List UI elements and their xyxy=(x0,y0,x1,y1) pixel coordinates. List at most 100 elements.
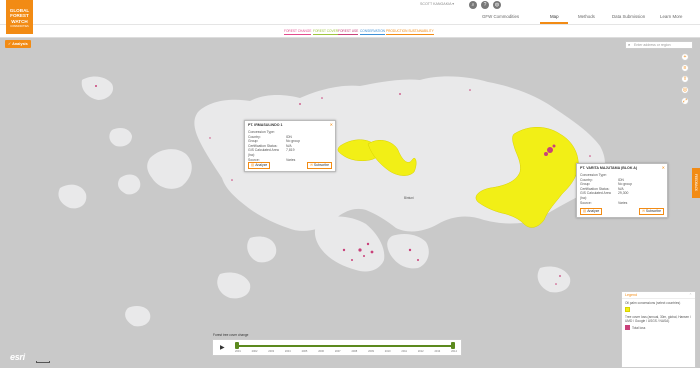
analyze-button[interactable]: ▥Analyze xyxy=(580,208,603,215)
subscribe-label: Subscribe xyxy=(645,209,661,213)
fullscreen-icon[interactable]: ⤢ xyxy=(681,97,689,105)
popup-title: PT. VARITA MAJUTAMA (BLOK A) xyxy=(580,166,638,170)
timeline-control: ▶ 2001 2002 2003 2004 2005 2006 2007 200… xyxy=(212,339,462,356)
nav-learn-more[interactable]: Learn More xyxy=(660,14,682,19)
popup-value: 29,300 xyxy=(618,191,629,196)
subscribe-button[interactable]: ✉Subscribe xyxy=(307,162,332,169)
tab-forest-change[interactable]: FOREST CHANGE xyxy=(284,29,312,35)
nav-active-indicator xyxy=(540,22,568,24)
year-tick[interactable]: 2007 xyxy=(335,350,341,353)
popup-row: Source: Varies xyxy=(577,201,667,206)
island-far-west xyxy=(58,184,87,209)
tab-forest-use[interactable]: FOREST USE xyxy=(338,29,359,35)
search-placeholder: Enter address or region xyxy=(634,43,671,47)
search-icon[interactable]: ⌕ xyxy=(469,1,477,9)
address-search-input[interactable]: ⌕ Enter address or region xyxy=(625,41,693,49)
island-northwest-2 xyxy=(109,128,132,147)
subscribe-button[interactable]: ✉Subscribe xyxy=(639,208,664,215)
analysis-label: Analysis xyxy=(12,42,28,46)
year-tick[interactable]: 2011 xyxy=(401,350,407,353)
nav-data-submission[interactable]: Data Submission xyxy=(612,14,645,19)
popup-value: Varies xyxy=(286,157,296,162)
legend-title: Legend xyxy=(625,293,637,297)
help-icon[interactable]: ? xyxy=(481,1,489,9)
year-tick[interactable]: 2001 xyxy=(235,350,241,353)
share-icon[interactable]: ⇪ xyxy=(681,75,689,83)
analysis-icon: ✓ xyxy=(8,42,12,46)
year-tick[interactable]: 2005 xyxy=(302,350,308,353)
landmass-south xyxy=(314,216,385,272)
feedback-tab[interactable]: FEEDBACK xyxy=(692,168,700,198)
timeline-start-handle[interactable] xyxy=(235,342,239,349)
legend-swatch-oil-palm xyxy=(625,307,630,312)
year-tick[interactable]: 2003 xyxy=(268,350,274,353)
logo-line-4: COMMODITIES xyxy=(10,24,29,28)
island-southwest xyxy=(247,236,277,263)
legend-body: Oil palm concessions (select countries) … xyxy=(622,299,695,334)
year-tick[interactable]: 2009 xyxy=(368,350,374,353)
island-southeast xyxy=(537,266,571,293)
location-icon[interactable]: ◎ xyxy=(681,86,689,94)
popup-row: GIS Calculated Area (ha): 29,300 xyxy=(577,191,667,200)
timeline-years: 2001 2002 2003 2004 2005 2006 2007 2008 … xyxy=(235,350,457,353)
play-icon[interactable]: ▶ xyxy=(220,344,225,351)
collapse-icon[interactable]: ⌃ xyxy=(689,293,692,297)
year-tick[interactable]: 2006 xyxy=(318,350,324,353)
popup-key: GIS Calculated Area (ha): xyxy=(248,148,279,157)
tab-production-sustainability[interactable]: PRODUCTION SUSTAINABILITY xyxy=(386,29,434,35)
year-tick[interactable]: 2013 xyxy=(434,350,440,353)
island-northwest xyxy=(81,76,114,100)
layers-icon[interactable]: ≡ xyxy=(681,64,689,72)
close-icon[interactable]: ✕ xyxy=(662,165,665,170)
analyze-button[interactable]: ▥Analyze xyxy=(248,162,271,169)
mail-icon: ✉ xyxy=(310,163,313,167)
concession-popup-right: PT. VARITA MAJUTAMA (BLOK A) ✕ Concessio… xyxy=(576,163,668,218)
timeline-end-handle[interactable] xyxy=(451,342,455,349)
chart-icon: ▥ xyxy=(583,209,587,213)
island-south xyxy=(387,234,429,269)
timeline-track[interactable] xyxy=(237,345,453,347)
gfw-logo[interactable]: GLOBAL FOREST WATCH COMMODITIES xyxy=(6,0,33,34)
globe-icon[interactable]: ◍ xyxy=(493,1,501,9)
popup-title: PT. IRMASULINDO 1 xyxy=(248,123,283,127)
analyze-label: Analyze xyxy=(255,163,268,167)
analysis-button[interactable]: ✓ Analysis xyxy=(5,40,31,48)
layer-category-bar: FOREST CHANGE FOREST COVER FOREST USE CO… xyxy=(0,25,700,38)
zoom-in-button[interactable]: + xyxy=(681,53,689,61)
legend-panel: Legend ⌃ Oil palm concessions (select co… xyxy=(621,291,696,368)
analyze-label: Analyze xyxy=(587,209,600,213)
year-tick[interactable]: 2004 xyxy=(285,350,291,353)
legend-item-total-loss: Total loss xyxy=(632,325,646,330)
logo-line-3: WATCH xyxy=(11,18,28,24)
year-tick[interactable]: 2014 xyxy=(451,350,457,353)
close-icon[interactable]: ✕ xyxy=(330,122,333,127)
year-tick[interactable]: 2010 xyxy=(385,350,391,353)
legend-header[interactable]: Legend ⌃ xyxy=(622,292,695,299)
user-menu[interactable]: SCOTT KANGAKIA ▾ xyxy=(420,2,454,6)
esri-logo: esri xyxy=(10,352,25,362)
nav-methods[interactable]: Methods xyxy=(578,14,595,19)
year-tick[interactable]: 2008 xyxy=(351,350,357,353)
top-header: GLOBAL FOREST WATCH COMMODITIES SCOTT KA… xyxy=(0,0,700,34)
popup-key: GIS Calculated Area (ha): xyxy=(580,191,611,200)
subscribe-label: Subscribe xyxy=(313,163,329,167)
logo-line-2: FOREST xyxy=(10,13,29,19)
logo-line-1: GLOBAL xyxy=(9,8,30,13)
tab-forest-cover[interactable]: FOREST COVER xyxy=(313,29,339,35)
nav-map[interactable]: Map xyxy=(550,14,559,19)
island-southwest-2 xyxy=(217,272,251,299)
scale-bar xyxy=(36,361,50,363)
popup-row: GIS Calculated Area (ha): 7,819 xyxy=(245,148,335,157)
main-nav: GFW Commodities Map Methods Data Submiss… xyxy=(0,12,700,25)
timeline-label: Forest tree cover change xyxy=(213,333,249,337)
tab-conservation[interactable]: CONSERVATION xyxy=(360,29,385,35)
nav-gfw-commodities[interactable]: GFW Commodities xyxy=(482,14,519,19)
year-tick[interactable]: 2012 xyxy=(418,350,424,353)
popup-key: Source: xyxy=(580,200,592,205)
island-west-small xyxy=(118,174,141,195)
popup-value: 7,819 xyxy=(286,148,295,153)
utility-bar: SCOTT KANGAKIA ▾ ⌕ ? ◍ xyxy=(0,0,700,12)
year-tick[interactable]: 2002 xyxy=(252,350,258,353)
concession-popup-left: PT. IRMASULINDO 1 ✕ Concession Type: Cou… xyxy=(244,120,336,172)
legend-swatch-total-loss xyxy=(625,325,630,330)
